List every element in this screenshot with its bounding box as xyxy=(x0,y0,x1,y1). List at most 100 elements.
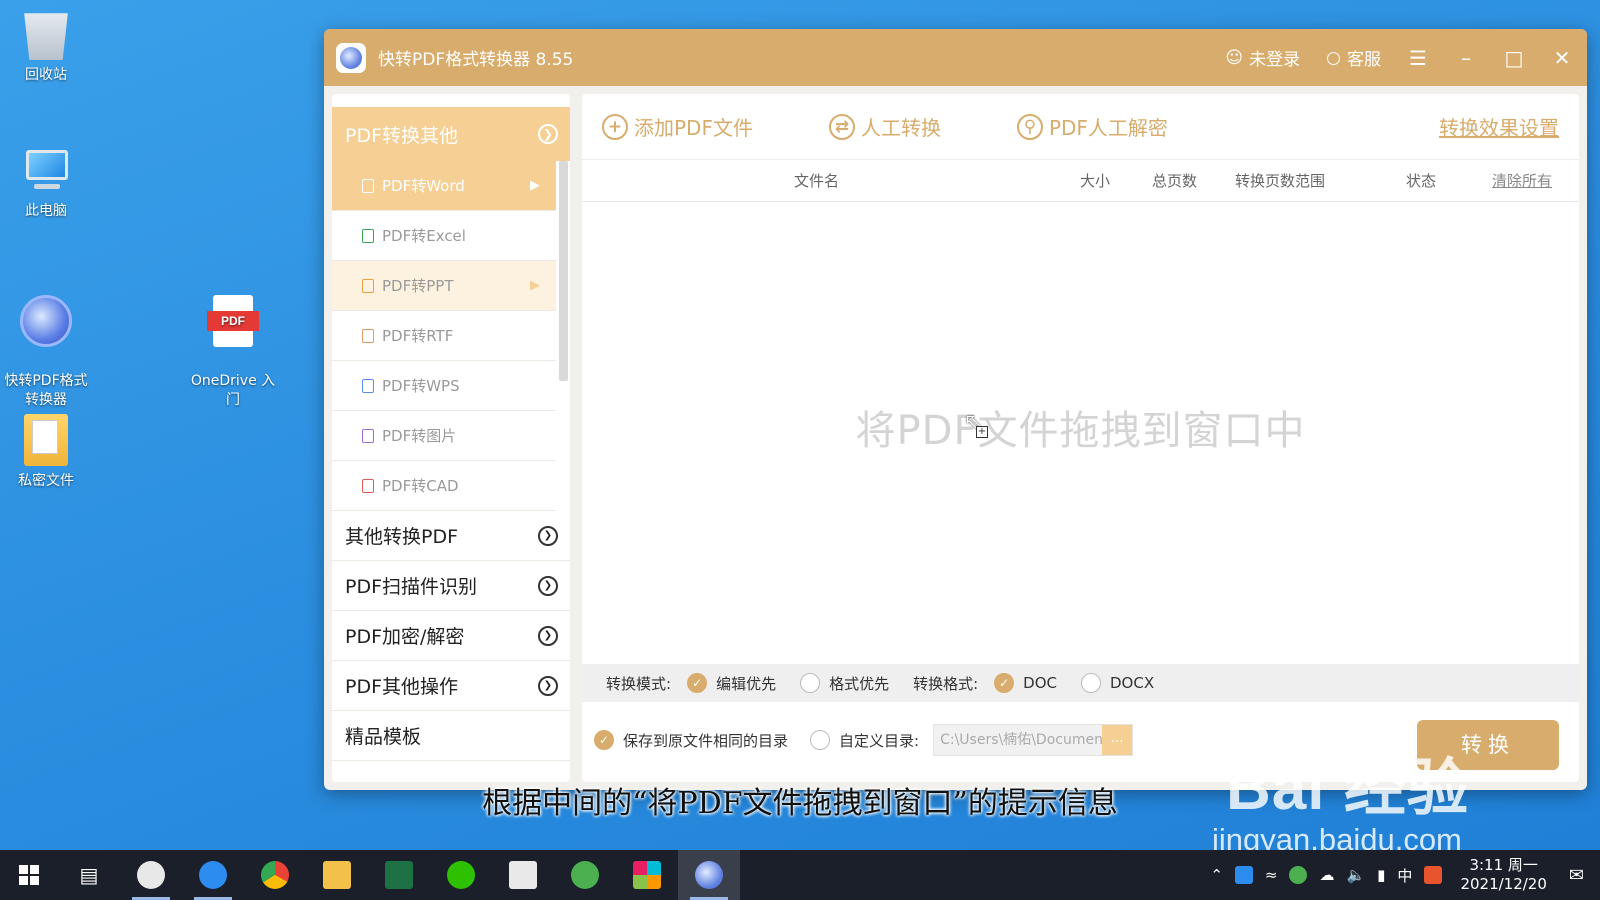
sidebar-item-label: PDF转PPT xyxy=(382,277,454,295)
drop-zone-hint[interactable]: 将PDF文件拖拽到窗口中 xyxy=(582,398,1579,456)
manual-convert-button[interactable]: ⇄ 人工转换 xyxy=(828,112,941,141)
login-button[interactable]: ☺ 未登录 xyxy=(1225,45,1300,71)
sidebar-item-pdf-to-image[interactable]: PDF转图片 xyxy=(332,411,556,461)
word-file-icon xyxy=(362,178,374,193)
desktop-icon-private-files[interactable]: 私密文件 xyxy=(0,414,96,491)
output-path-field[interactable]: C:\Users\楠佑\Document... ... xyxy=(933,724,1134,756)
radio-checked-icon xyxy=(687,673,708,693)
mode-edit-priority-radio[interactable]: 编辑优先 xyxy=(687,673,776,694)
desktop-icon-label: 回收站 xyxy=(25,67,67,83)
taskbar-app-360[interactable] xyxy=(554,850,616,900)
sidebar-item-label: PDF转RTF xyxy=(382,327,454,345)
manual-decrypt-button[interactable]: ⚲ PDF人工解密 xyxy=(1016,112,1168,141)
file-explorer-icon xyxy=(323,861,351,889)
sidebar-category-other-to-pdf[interactable]: 其他转换PDF ❯ xyxy=(332,511,570,561)
sidebar-category-templates[interactable]: 精品模板 xyxy=(332,711,570,761)
sidebar-header-pdf-to-other[interactable]: PDF转换其他 ❯ xyxy=(332,107,570,161)
sogou-browser-icon xyxy=(199,861,227,889)
desktop-icon-label: 私密文件 xyxy=(18,473,74,489)
taskbar-app-excel[interactable] xyxy=(368,850,430,900)
sidebar-subitems: PDF转Word ▶ PDF转Excel PDF转PPT ▶ PDF转RTF P… xyxy=(332,161,570,511)
taskbar-app-clock[interactable] xyxy=(120,850,182,900)
windows-logo-icon xyxy=(19,865,39,885)
tray-security-icon[interactable] xyxy=(1289,866,1308,884)
sidebar-scrollbar[interactable] xyxy=(559,161,568,381)
baidu-watermark: Bai 经验 jingyan.baidu.com xyxy=(1212,754,1470,858)
volume-icon[interactable]: 🔈 xyxy=(1346,866,1365,884)
input-language[interactable]: 中 xyxy=(1397,865,1412,886)
minimize-icon[interactable]: – xyxy=(1455,48,1477,68)
gallery-app-icon xyxy=(633,861,661,889)
menu-icon[interactable]: ☰ xyxy=(1407,48,1429,68)
sogou-input-icon[interactable] xyxy=(1424,866,1443,884)
desktop-icon-this-pc[interactable]: 此电脑 xyxy=(0,144,96,221)
conversion-settings-link[interactable]: 转换效果设置 xyxy=(1439,112,1559,141)
category-label: PDF扫描件识别 xyxy=(345,576,478,598)
mode-format-priority-radio[interactable]: 格式优先 xyxy=(800,673,889,694)
service-label: 客服 xyxy=(1347,50,1381,70)
sidebar-category-encrypt-decrypt[interactable]: PDF加密/解密 ❯ xyxy=(332,611,570,661)
taskbar-app-explorer[interactable] xyxy=(306,850,368,900)
recycle-bin-icon xyxy=(24,13,68,60)
output-path-value: C:\Users\楠佑\Document... xyxy=(940,732,1122,748)
format-doc-radio[interactable]: DOC xyxy=(994,673,1057,693)
battery-icon[interactable]: ▮ xyxy=(1377,866,1385,884)
user-icon: ☺ xyxy=(1225,47,1244,68)
desktop-icon-onedrive[interactable]: PDF OneDrive 入 门 xyxy=(183,276,283,429)
title-bar[interactable]: 快转PDF格式转换器 8.55 ☺ 未登录 ○ 客服 ☰ – □ ✕ xyxy=(324,29,1587,86)
close-icon[interactable]: ✕ xyxy=(1551,48,1573,68)
system-clock[interactable]: 3:11 周一 2021/12/20 xyxy=(1460,856,1546,894)
wifi-icon[interactable]: ≈ xyxy=(1265,866,1278,884)
image-file-icon xyxy=(362,428,374,443)
add-pdf-label: 添加PDF文件 xyxy=(634,116,753,140)
system-tray: ⌃ ≈ ☁ 🔈 ▮ 中 3:11 周一 2021/12/20 ✉ xyxy=(1210,856,1600,894)
start-button[interactable] xyxy=(0,850,58,900)
taskbar-app-pdf-converter[interactable] xyxy=(678,850,740,900)
taskbar-app-gallery[interactable] xyxy=(616,850,678,900)
window-title: 快转PDF格式转换器 8.55 xyxy=(378,50,574,70)
cloud-icon[interactable]: ☁ xyxy=(1319,866,1334,884)
taskbar-app-wechat[interactable] xyxy=(430,850,492,900)
customer-service-button[interactable]: ○ 客服 xyxy=(1326,45,1381,71)
custom-dir-label: 自定义目录: xyxy=(839,731,920,750)
chevron-up-icon[interactable]: ⌃ xyxy=(1210,866,1223,884)
sidebar-item-pdf-to-cad[interactable]: PDF转CAD xyxy=(332,461,556,511)
category-label: 其他转换PDF xyxy=(345,526,459,548)
mode-format-label: 格式优先 xyxy=(829,674,890,693)
sidebar-category-scan-ocr[interactable]: PDF扫描件识别 ❯ xyxy=(332,561,570,611)
sidebar-item-pdf-to-word[interactable]: PDF转Word ▶ xyxy=(332,161,556,211)
desktop-icon-converter[interactable]: 快转PDF格式 转换器 xyxy=(0,276,96,429)
browse-button[interactable]: ... xyxy=(1102,725,1133,755)
clear-all-link[interactable]: 清除所有 xyxy=(1492,170,1552,191)
custom-dir-radio[interactable]: 自定义目录: xyxy=(810,730,919,751)
plus-circle-icon: + xyxy=(602,113,628,140)
category-label: PDF加密/解密 xyxy=(345,626,465,648)
sidebar-item-pdf-to-wps[interactable]: PDF转WPS xyxy=(332,361,556,411)
sidebar-item-pdf-to-ppt[interactable]: PDF转PPT ▶ xyxy=(332,261,556,311)
sidebar-item-pdf-to-excel[interactable]: PDF转Excel xyxy=(332,211,556,261)
column-size: 大小 xyxy=(1080,172,1111,190)
sidebar-category-other-ops[interactable]: PDF其他操作 ❯ xyxy=(332,661,570,711)
sidebar-item-pdf-to-rtf[interactable]: PDF转RTF xyxy=(332,311,556,361)
clock-app-icon xyxy=(137,861,165,889)
task-view-button[interactable]: ▤ xyxy=(58,850,120,900)
save-same-dir-radio[interactable]: 保存到原文件相同的目录 xyxy=(594,730,788,751)
add-pdf-button[interactable]: + 添加PDF文件 xyxy=(602,112,753,141)
ppt-file-icon xyxy=(362,278,374,293)
tray-app-icon[interactable] xyxy=(1234,866,1253,884)
taskbar-app-chrome[interactable] xyxy=(244,850,306,900)
maximize-icon[interactable]: □ xyxy=(1503,48,1525,68)
manual-decrypt-label: PDF人工解密 xyxy=(1048,116,1168,140)
watermark-brand: Bai 经验 xyxy=(1226,754,1470,823)
notification-icon[interactable]: ✉ xyxy=(1569,865,1584,886)
sidebar-item-label: PDF转Excel xyxy=(382,227,466,245)
file-table-header: 文件名 大小 总页数 转换页数范围 状态 清除所有 xyxy=(582,160,1579,202)
format-docx-radio[interactable]: DOCX xyxy=(1081,673,1154,693)
pdf-file-icon: PDF xyxy=(207,295,259,347)
sidebar-item-label: PDF转图片 xyxy=(382,427,457,445)
cad-file-icon xyxy=(362,478,374,493)
desktop-icon-recycle-bin[interactable]: 回收站 xyxy=(0,8,96,85)
chrome-icon xyxy=(261,861,289,889)
taskbar-app-office[interactable] xyxy=(492,850,554,900)
taskbar-app-sogou[interactable] xyxy=(182,850,244,900)
